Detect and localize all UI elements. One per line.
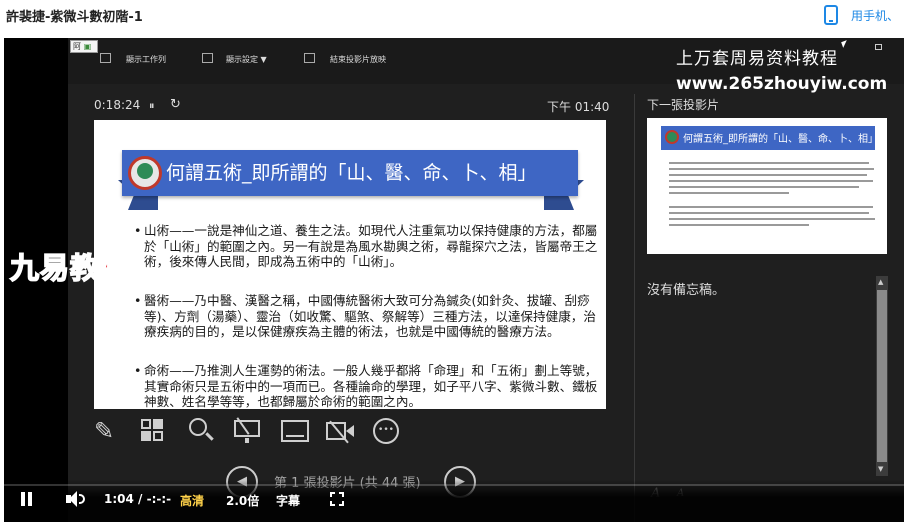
thumb-emblem-icon (665, 130, 679, 144)
taskbar-icon[interactable] (100, 53, 111, 63)
more-icon[interactable]: ••• (373, 418, 399, 444)
subtitle-button[interactable]: 字幕 (276, 492, 300, 509)
slide-sorter-icon[interactable] (141, 419, 165, 443)
app-logo: 阿 ▣ (70, 40, 98, 53)
notes-text: 沒有備忘稿。 (647, 283, 726, 298)
show-taskbar-button[interactable]: 顯示工作列 (126, 54, 166, 65)
slide-title: 何謂五術_即所謂的「山、醫、命、卜、相」 (166, 162, 537, 184)
thumb-text-line (669, 162, 869, 164)
next-slide-thumbnail[interactable]: 何謂五術_即所謂的「山、醫、命、卜、相」 (647, 118, 887, 254)
slide-bullet: 醫術——乃中醫、漢醫之稱，中國傳統醫術大致可分為鍼灸(如針灸、拔罐、刮痧等)、方… (134, 293, 599, 340)
clock: 下午 01:40 (547, 100, 610, 114)
thumb-text-line (669, 218, 875, 220)
display-settings-button[interactable]: 顯示設定 ▼ (226, 54, 267, 65)
speed-button[interactable]: 2.0倍 (226, 492, 259, 509)
watermark-red: 九易教程 (9, 250, 131, 286)
subtitles-icon[interactable] (281, 420, 309, 442)
quality-button[interactable]: 高清 (180, 492, 204, 509)
pen-icon[interactable]: ✎ (94, 418, 114, 444)
thumb-text-line (669, 180, 873, 182)
notes-scrollbar-thumb[interactable] (877, 290, 887, 462)
elapsed-timer: 0:18:24 (94, 98, 141, 112)
pane-divider[interactable] (634, 94, 635, 522)
camera-off-icon[interactable] (326, 420, 356, 444)
current-slide[interactable]: 何謂五術_即所謂的「山、醫、命、卜、相」 山術——一說是神仙之道、養生之法。如現… (94, 120, 606, 409)
logo-text: 阿 (73, 42, 81, 51)
ribbon-emblem-icon (128, 156, 162, 190)
thumb-text-line (669, 174, 867, 176)
next-slide-label: 下一張投影片 (647, 98, 720, 112)
thumb-text-line (669, 206, 873, 208)
video-player[interactable]: 顯示工作列 顯示設定 ▼ 結束投影片放映 阿 ▣ 上万套周易资料教程 www.2… (4, 38, 904, 522)
scroll-down-icon[interactable]: ▼ (878, 465, 883, 473)
end-show-icon[interactable] (304, 53, 315, 63)
watermark-url: www.265zhouyiw.com (676, 74, 888, 94)
end-show-button[interactable]: 結束投影片放映 (330, 54, 386, 65)
display-settings-icon[interactable] (202, 53, 213, 63)
fullscreen-icon[interactable] (330, 492, 344, 506)
thumb-title: 何謂五術_即所謂的「山、醫、命、卜、相」 (683, 134, 878, 145)
thumb-text-line (669, 168, 874, 170)
pause-timer-icon[interactable]: ⏸ (149, 99, 155, 113)
volume-icon[interactable] (66, 490, 86, 508)
progress-bar[interactable] (4, 484, 904, 486)
slide-bullet: 命術——乃推測人生運勢的術法。一般人幾乎都將「命理」和「五術」劃上等號，其實命術… (134, 363, 599, 410)
page-header: 許裴捷-紫微斗數初階-1 用手机、 (0, 0, 904, 32)
time-display: 1:04 / -:-:- (104, 492, 172, 506)
slide-bullet: 山術——一說是神仙之道、養生之法。如現代人注重氣功以保持健康的方法，都屬於「山術… (134, 223, 599, 270)
thumb-text-line (669, 212, 869, 214)
thumb-text-line (669, 224, 809, 226)
reset-timer-icon[interactable]: ↻ (170, 97, 181, 112)
watermark-top: 上万套周易资料教程 (676, 49, 838, 69)
phone-icon[interactable] (824, 5, 838, 25)
scroll-up-icon[interactable]: ▲ (878, 278, 883, 286)
phone-view-link[interactable]: 用手机、 (851, 7, 899, 24)
maximize-icon[interactable] (875, 44, 882, 50)
pause-button[interactable] (18, 490, 36, 508)
pointer-screen-icon[interactable] (234, 417, 262, 444)
page-title: 許裴捷-紫微斗數初階-1 (6, 10, 143, 25)
thumb-text-line (669, 192, 789, 194)
thumb-text-line (669, 186, 859, 188)
zoom-icon[interactable] (189, 418, 215, 444)
